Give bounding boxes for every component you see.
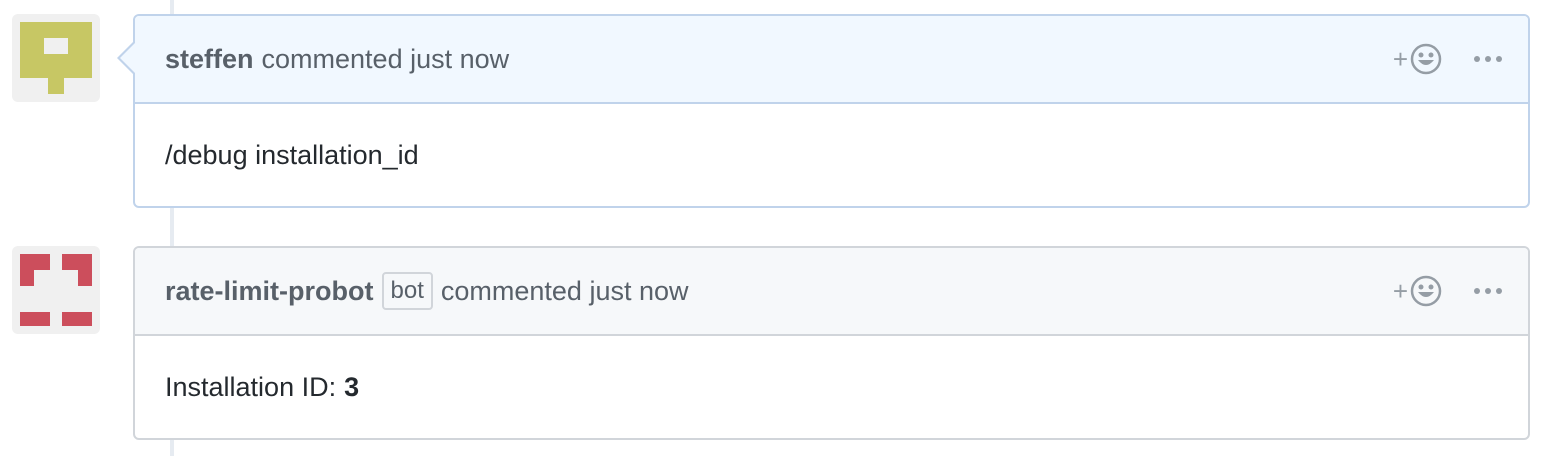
comment-timestamp: commented just now	[440, 275, 689, 306]
more-options-button[interactable]	[1474, 52, 1502, 66]
add-reaction-button[interactable]: +	[1393, 43, 1442, 75]
comment-header: rate-limit-probot bot commented just now…	[135, 248, 1528, 336]
identicon-steffen	[20, 22, 92, 94]
comment-actions: +	[1393, 275, 1502, 307]
comment-author[interactable]: rate-limit-probot	[165, 276, 374, 307]
comment-steffen: steffen commented just now + /debug inst…	[117, 14, 1530, 208]
comment-timestamp: commented just now	[261, 43, 510, 74]
avatar-rate-limit-probot[interactable]	[12, 246, 100, 334]
comment-text-label: Installation ID:	[165, 371, 337, 402]
smiley-icon	[1410, 275, 1442, 307]
avatar-steffen[interactable]	[12, 14, 100, 102]
comment-actions: +	[1393, 43, 1502, 75]
comment-body: /debug installation_id	[135, 104, 1528, 206]
add-reaction-button[interactable]: +	[1393, 275, 1442, 307]
identicon-rate-limit-probot	[20, 254, 92, 326]
bot-badge: bot	[381, 272, 433, 310]
plus-icon: +	[1392, 276, 1408, 306]
comment-text-value: 3	[344, 371, 360, 402]
comment-body: Installation ID: 3	[135, 336, 1528, 438]
comment-author[interactable]: steffen	[165, 44, 254, 75]
comment-header: steffen commented just now +	[117, 16, 1528, 104]
more-options-button[interactable]	[1474, 284, 1502, 298]
comment-rate-limit-probot: rate-limit-probot bot commented just now…	[133, 246, 1530, 440]
plus-icon: +	[1392, 44, 1408, 74]
comment-text: /debug installation_id	[165, 139, 419, 170]
smiley-icon	[1410, 43, 1442, 75]
